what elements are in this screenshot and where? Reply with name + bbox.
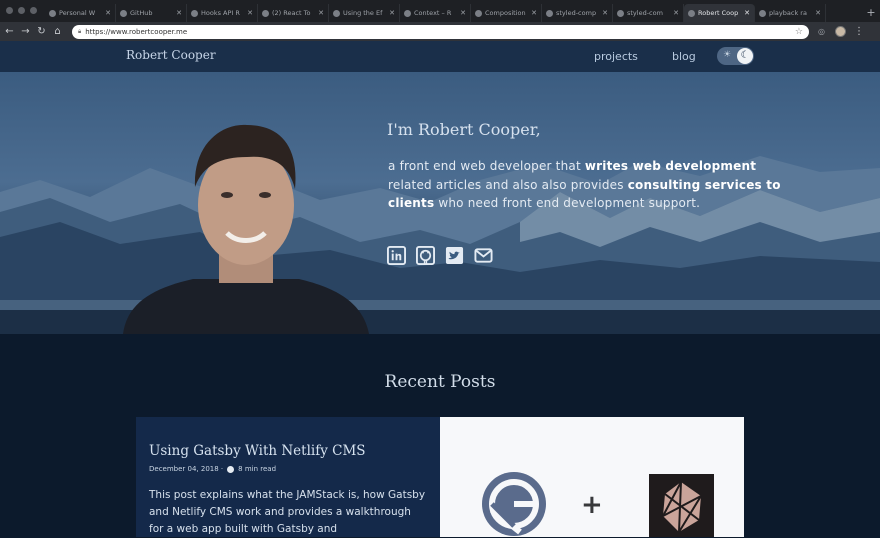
profile-avatar[interactable]	[834, 26, 846, 37]
tab-favicon-icon	[120, 9, 127, 17]
post-card-body: Using Gatsby With Netlify CMS December 0…	[136, 417, 440, 537]
github-icon[interactable]	[416, 246, 435, 265]
tab-favicon-icon	[475, 9, 482, 17]
tab-favicon-icon	[617, 9, 624, 17]
recent-posts-heading: Recent Posts	[384, 372, 496, 392]
tab-favicon-icon	[546, 9, 553, 17]
browser-tab-bar: Personal W ✕ GitHub ✕ Hooks API R ✕ (2) React …	[0, 0, 880, 22]
browser-tab[interactable]: Context – R ✕	[400, 4, 471, 22]
tab-favicon-icon	[191, 9, 198, 17]
tab-close-icon[interactable]: ✕	[602, 9, 608, 17]
tab-title: GitHub	[130, 9, 153, 17]
sun-icon: ☀︎	[723, 50, 732, 60]
post-cover-image[interactable]: +	[440, 417, 744, 537]
tab-close-icon[interactable]: ✕	[815, 9, 821, 17]
linkedin-icon[interactable]	[387, 246, 406, 265]
recent-posts-section: Recent Posts Using Gatsby With Netlify C…	[0, 334, 880, 537]
email-icon[interactable]	[474, 246, 493, 265]
gatsby-logo-icon	[482, 472, 546, 536]
tab-close-icon[interactable]: ✕	[673, 9, 679, 17]
browser-toolbar: ← → ↻ ⌂ 🔒︎ https://www.robertcooper.me ☆…	[0, 22, 880, 41]
lock-icon: 🔒︎	[78, 27, 82, 35]
tab-close-icon[interactable]: ✕	[744, 9, 750, 17]
tab-close-icon[interactable]: ✕	[318, 9, 324, 17]
netlify-logo-icon	[649, 474, 714, 537]
browser-tab[interactable]: styled-com ✕	[613, 4, 684, 22]
url-text[interactable]: https://www.robertcooper.me	[85, 28, 795, 36]
tab-favicon-icon	[688, 9, 695, 17]
tab-favicon-icon	[49, 9, 56, 17]
browser-tabs: Personal W ✕ GitHub ✕ Hooks API R ✕ (2) React …	[45, 4, 862, 22]
hero-text-part: a front end web developer that	[388, 159, 585, 173]
tab-title: Personal W	[59, 9, 96, 17]
tab-close-icon[interactable]: ✕	[247, 9, 253, 17]
tab-close-icon[interactable]: ✕	[176, 9, 182, 17]
hero-text-part: who need front end development support.	[434, 196, 701, 210]
theme-toggle[interactable]: ☀︎ ☾	[717, 47, 754, 65]
browser-tab[interactable]: Composition ✕	[471, 4, 542, 22]
tab-favicon-icon	[759, 9, 766, 17]
browser-menu-icon[interactable]: ⋮	[854, 26, 864, 37]
tab-close-icon[interactable]: ✕	[460, 9, 466, 17]
browser-tab[interactable]: Personal W ✕	[45, 4, 116, 22]
site-brand[interactable]: Robert Cooper	[126, 48, 216, 62]
tab-title: styled-com	[627, 9, 663, 17]
tab-favicon-icon	[404, 9, 411, 17]
browser-tab[interactable]: Hooks API R ✕	[187, 4, 258, 22]
minimize-window-button[interactable]	[18, 7, 25, 14]
browser-tab[interactable]: playback ra ✕	[755, 4, 826, 22]
address-bar[interactable]: 🔒︎ https://www.robertcooper.me ☆	[72, 24, 809, 39]
browser-tab[interactable]: Robert Coop ✕	[684, 4, 755, 22]
moon-icon: ☾	[737, 48, 753, 64]
post-meta: December 04, 2018 · 8 min read	[149, 465, 427, 473]
window-controls[interactable]	[0, 7, 45, 22]
back-icon[interactable]: ←	[3, 26, 16, 37]
profile-photo	[123, 124, 369, 334]
post-read-time: 8 min read	[238, 465, 277, 473]
reload-icon[interactable]: ↻	[35, 26, 48, 37]
post-title[interactable]: Using Gatsby With Netlify CMS	[149, 443, 427, 459]
hero-text-highlight: writes web development	[584, 159, 757, 173]
new-tab-button[interactable]: +	[862, 4, 880, 22]
hero-description: a front end web developer that writes we…	[388, 157, 788, 213]
tab-title: Composition	[485, 9, 526, 17]
plus-icon: +	[581, 490, 603, 520]
hero-text-part: related articles and also also provides	[388, 177, 628, 192]
tab-title: Context – R	[414, 9, 452, 17]
browser-tab[interactable]: (2) React To ✕	[258, 4, 329, 22]
tab-title: playback ra	[769, 9, 807, 17]
social-links	[387, 246, 493, 265]
clock-icon	[227, 465, 235, 473]
bookmark-star-icon[interactable]: ☆	[795, 27, 803, 37]
tab-favicon-icon	[333, 9, 340, 17]
post-date: December 04, 2018 ·	[149, 465, 224, 473]
nav-blog-link[interactable]: blog	[672, 50, 696, 63]
tab-title: Robert Coop	[698, 9, 739, 17]
hero-section: I'm Robert Cooper, a front end web devel…	[0, 72, 880, 334]
tab-close-icon[interactable]: ✕	[105, 9, 111, 17]
maximize-window-button[interactable]	[30, 7, 37, 14]
close-window-button[interactable]	[6, 7, 13, 14]
home-icon[interactable]: ⌂	[51, 26, 64, 37]
post-card[interactable]: Using Gatsby With Netlify CMS December 0…	[136, 417, 744, 537]
extension-icon[interactable]: ◎	[818, 27, 825, 36]
nav-projects-link[interactable]: projects	[594, 50, 638, 63]
tab-title: (2) React To	[272, 9, 311, 17]
browser-tab[interactable]: Using the Ef ✕	[329, 4, 400, 22]
twitter-icon[interactable]	[445, 246, 464, 265]
tab-title: styled-comp	[556, 9, 597, 17]
tab-close-icon[interactable]: ✕	[389, 9, 395, 17]
tab-favicon-icon	[262, 9, 269, 17]
post-excerpt: This post explains what the JAMStack is,…	[149, 489, 426, 535]
browser-tab[interactable]: GitHub ✕	[116, 4, 187, 22]
tab-close-icon[interactable]: ✕	[531, 9, 537, 17]
tab-title: Using the Ef	[343, 9, 383, 17]
tab-title: Hooks API R	[201, 9, 240, 17]
browser-tab[interactable]: styled-comp ✕	[542, 4, 613, 22]
forward-icon[interactable]: →	[19, 26, 32, 37]
site-header: Robert Cooper projects blog ☀︎ ☾	[0, 41, 880, 72]
hero-greeting: I'm Robert Cooper,	[387, 120, 541, 139]
